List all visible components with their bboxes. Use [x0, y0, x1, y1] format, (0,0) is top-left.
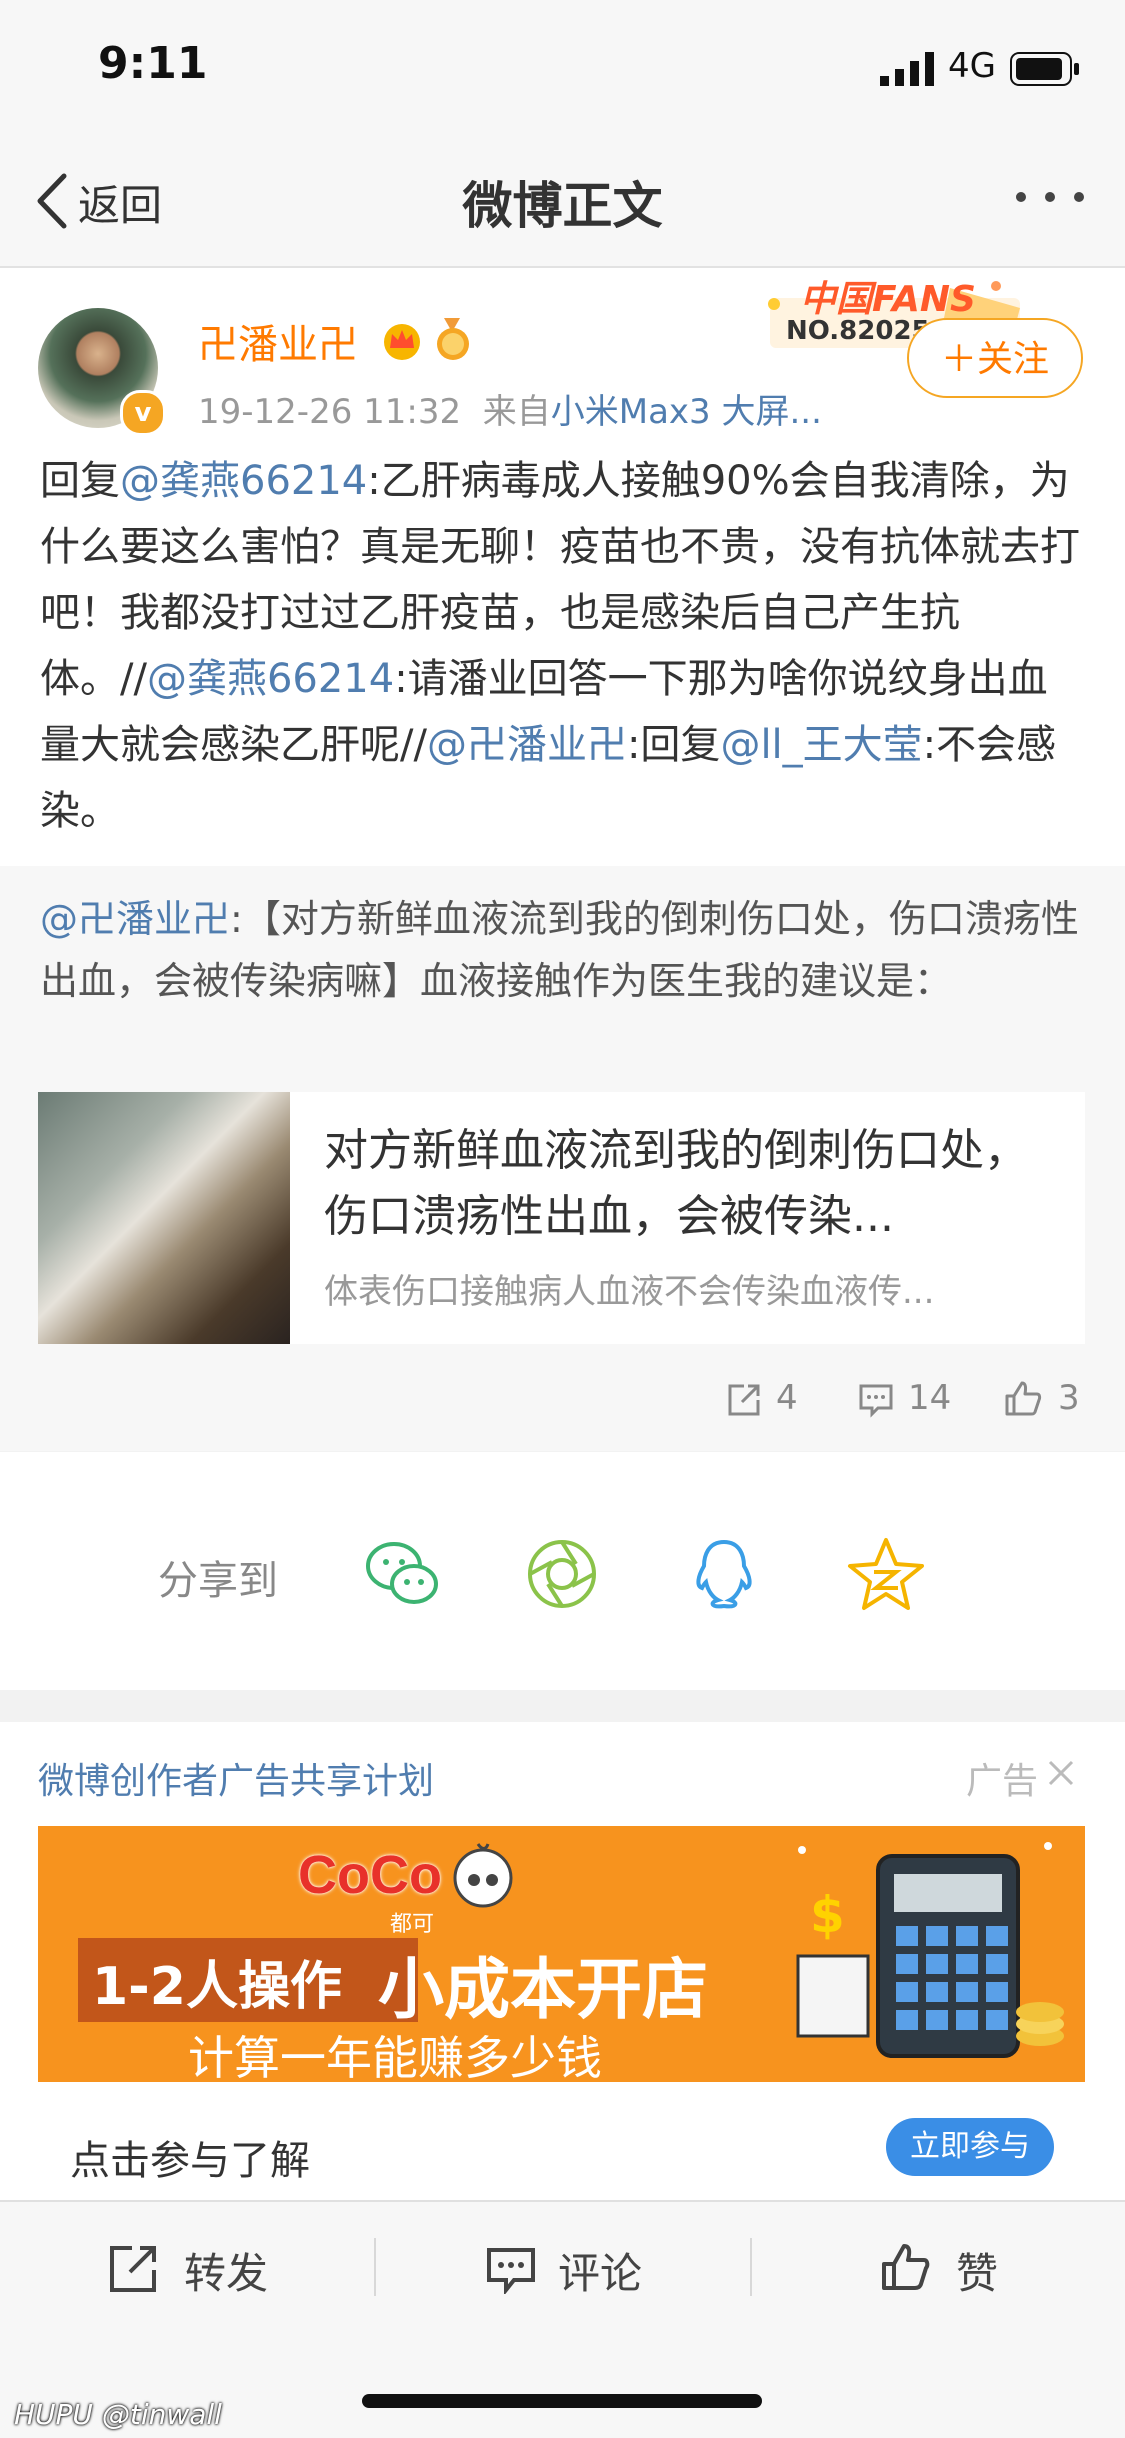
comment-button[interactable]: 评论 — [558, 2240, 642, 2301]
post-source-link[interactable]: 小米Max3 大屏... — [551, 392, 822, 432]
more-icon[interactable] — [1014, 190, 1086, 204]
like-count[interactable]: 3 — [1058, 1378, 1080, 1418]
comment-icon[interactable] — [858, 1382, 894, 1418]
signal-icon — [880, 52, 934, 86]
repost-text: @卍潘业卍:【对方新鲜血液流到我的倒刺伤口处，伤口溃疡性出血，会被传染病嘛】血液… — [40, 888, 1085, 1012]
mascot-icon — [453, 1843, 513, 1908]
fans-badge-title: 中国FANS — [800, 279, 976, 320]
watermark: HUPU @tinwall — [14, 2398, 222, 2431]
toolbar-divider — [750, 2238, 752, 2296]
toolbar-divider — [374, 2238, 376, 2296]
post-source-prefix: 来自 — [482, 392, 551, 432]
svg-text:$: $ — [810, 1886, 845, 1944]
repost-icon[interactable] — [726, 1382, 762, 1418]
watermark-user: @tinwall — [101, 2398, 222, 2431]
medal-badge-icon[interactable] — [432, 318, 474, 362]
close-icon[interactable] — [1046, 1758, 1076, 1788]
link-thumbnail — [38, 1092, 290, 1344]
ad-cta-button[interactable]: 立即参与 — [886, 2118, 1054, 2176]
qzone-icon[interactable] — [846, 1534, 926, 1614]
like-icon[interactable] — [1004, 1380, 1042, 1418]
repost-icon[interactable] — [108, 2244, 160, 2294]
ad-brand: CoCo — [298, 1845, 442, 1905]
post-username[interactable]: 卍潘业卍 — [198, 312, 358, 370]
link-description: 体表伤口接触病人血液不会传染血液传... — [324, 1272, 935, 1312]
ad-brand-sub: 都可 — [390, 1912, 435, 1937]
ad-subline: 计算一年能赚多少钱 — [188, 2031, 602, 2082]
page-title: 微博正文 — [462, 177, 663, 235]
ad-headline-left: 1-2人操作 — [92, 1957, 342, 2017]
post-meta: 19-12-26 11:32 来自小米Max3 大屏... — [198, 384, 822, 433]
wechat-icon[interactable] — [362, 1534, 442, 1614]
ad-cta-text[interactable]: 点击参与了解 — [70, 2128, 310, 2186]
like-button[interactable]: 赞 — [956, 2240, 998, 2301]
post-text: 回复@龚燕66214:乙肝病毒成人接触90%会自我清除，为什么要这么害怕？真是无… — [40, 448, 1085, 844]
ad-banner[interactable]: CoCo 都可 1-2人操作 小成本开店 计算一年能赚多少钱 $ — [38, 1826, 1085, 2082]
network-label: 4G — [948, 46, 996, 86]
mention-link[interactable]: @龚燕66214 — [120, 458, 367, 504]
repost-author-link[interactable]: @卍潘业卍 — [40, 897, 230, 941]
link-title: 对方新鲜血液流到我的倒刺伤口处，伤口溃疡性出血，会被传染... — [324, 1125, 1028, 1242]
fans-badge-number: NO.82025 — [786, 316, 930, 346]
repost-button[interactable]: 转发 — [184, 2240, 268, 2301]
battery-icon — [1010, 52, 1079, 86]
mention-link[interactable]: @卍潘业卍 — [427, 722, 627, 768]
ad-headline-right: 小成本开店 — [378, 1951, 708, 2028]
verified-badge-icon: v — [120, 390, 166, 436]
crown-badge-icon[interactable] — [380, 318, 424, 362]
mention-link[interactable]: @龚燕66214 — [147, 656, 394, 702]
post-timestamp: 19-12-26 11:32 — [198, 392, 462, 432]
repost-count[interactable]: 4 — [776, 1378, 798, 1418]
ad-title[interactable]: 微博创作者广告共享计划 — [38, 1752, 434, 1804]
qq-icon[interactable] — [684, 1534, 764, 1614]
moments-icon[interactable] — [522, 1534, 602, 1614]
post-text-segment: :回复 — [626, 722, 721, 768]
comment-count[interactable]: 14 — [908, 1378, 951, 1418]
post-text-segment: 回复 — [40, 458, 120, 504]
ad-tag: 广告 — [966, 1761, 1039, 1802]
watermark-brand: HUPU — [14, 2398, 93, 2431]
share-label: 分享到 — [158, 1558, 278, 1604]
like-icon[interactable] — [880, 2242, 930, 2292]
follow-button[interactable]: ＋关注 — [907, 318, 1083, 398]
home-indicator[interactable] — [362, 2394, 762, 2408]
comment-icon[interactable] — [486, 2246, 536, 2294]
status-time: 9:11 — [98, 38, 208, 89]
calculator-icon: $ — [796, 1842, 1064, 2058]
mention-link[interactable]: @ll_王大莹 — [720, 722, 922, 768]
